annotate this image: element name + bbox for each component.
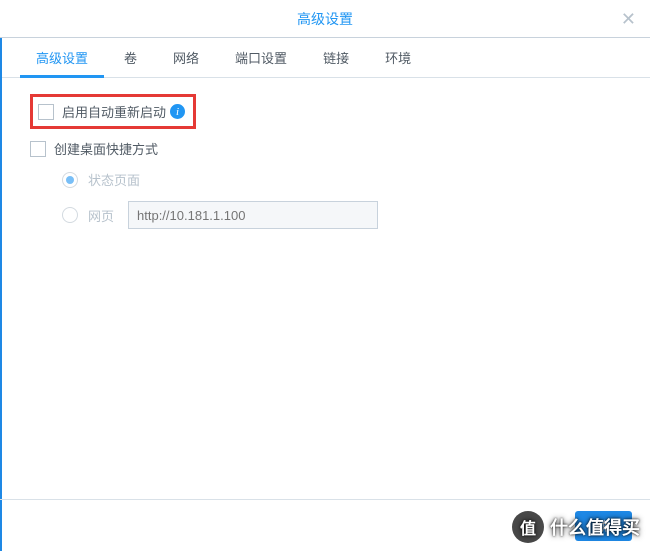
web-page-label: 网页: [88, 206, 114, 225]
tab-env[interactable]: 环境: [367, 38, 429, 77]
tab-network[interactable]: 网络: [155, 38, 217, 77]
shortcut-radio-group: 状态页面 网页: [30, 170, 620, 229]
status-page-row: 状态页面: [62, 170, 620, 189]
auto-restart-checkbox[interactable]: [38, 104, 54, 120]
desktop-shortcut-label: 创建桌面快捷方式: [54, 139, 158, 158]
desktop-shortcut-checkbox[interactable]: [30, 141, 46, 157]
tab-volume[interactable]: 卷: [106, 38, 155, 77]
tab-port[interactable]: 端口设置: [217, 38, 305, 77]
web-page-radio[interactable]: [62, 207, 78, 223]
status-page-radio[interactable]: [62, 172, 78, 188]
tab-links[interactable]: 链接: [305, 38, 367, 77]
titlebar: 高级设置 ✕: [0, 0, 650, 38]
auto-restart-label: 启用自动重新启动: [62, 102, 166, 121]
web-page-url-input[interactable]: [128, 201, 378, 229]
confirm-button[interactable]: 确: [575, 511, 632, 541]
web-page-row: 网页: [62, 201, 620, 229]
tab-advanced[interactable]: 高级设置: [18, 38, 106, 77]
auto-restart-row: 启用自动重新启动 i: [30, 94, 196, 129]
close-icon[interactable]: ✕: [621, 10, 636, 28]
desktop-shortcut-row: 创建桌面快捷方式: [30, 139, 620, 158]
tabs: 高级设置 卷 网络 端口设置 链接 环境: [0, 38, 650, 78]
content: 启用自动重新启动 i 创建桌面快捷方式 状态页面 网页: [0, 78, 650, 257]
dialog-title: 高级设置: [297, 9, 353, 29]
info-icon[interactable]: i: [170, 104, 185, 119]
status-page-label: 状态页面: [88, 170, 140, 189]
footer: 确: [0, 499, 650, 551]
